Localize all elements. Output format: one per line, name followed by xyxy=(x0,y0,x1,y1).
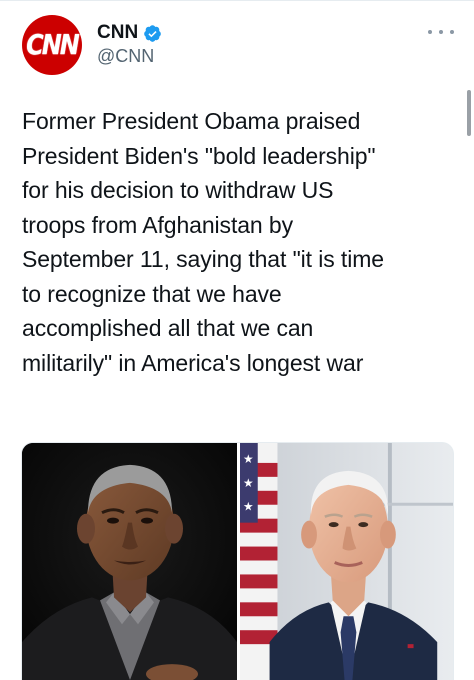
tweet-line: accomplished all that we can xyxy=(22,315,314,341)
svg-text:★: ★ xyxy=(243,500,254,514)
more-dot xyxy=(450,30,454,34)
tweet-line: militarily" in America's longest war xyxy=(22,349,364,376)
tweet-line: Former President Obama praised xyxy=(22,108,361,134)
biden-photo-illustration: ★ ★ ★ xyxy=(240,443,453,680)
top-divider xyxy=(0,0,474,1)
avatar[interactable]: CNN xyxy=(22,15,82,75)
cnn-logo: CNN xyxy=(26,28,80,62)
obama-photo[interactable] xyxy=(22,443,237,680)
scrollbar[interactable] xyxy=(467,90,471,136)
more-dot xyxy=(428,30,432,34)
account-name-row[interactable]: CNN xyxy=(97,22,162,44)
account-handle[interactable]: @CNN xyxy=(97,46,154,67)
verified-badge-icon xyxy=(143,24,162,43)
svg-text:★: ★ xyxy=(243,476,254,490)
tweet-line: to recognize that we have xyxy=(22,280,282,307)
more-dot xyxy=(439,30,443,34)
media-container[interactable]: ★ ★ ★ xyxy=(21,442,454,680)
svg-text:★: ★ xyxy=(243,452,254,466)
tweet-line: President Biden's "bold leadership" xyxy=(22,142,376,169)
tweet-text: Former President Obama praised President… xyxy=(22,104,462,380)
more-options-icon[interactable] xyxy=(428,26,454,38)
display-name[interactable]: CNN xyxy=(97,22,138,44)
tweet-line: September 11, saying that "it is time xyxy=(22,246,384,272)
obama-photo-illustration xyxy=(22,443,237,680)
tweet-line: troops from Afghanistan by xyxy=(22,211,293,238)
biden-photo[interactable]: ★ ★ ★ xyxy=(240,443,453,680)
tweet-line: for his decision to withdraw US xyxy=(22,177,334,203)
